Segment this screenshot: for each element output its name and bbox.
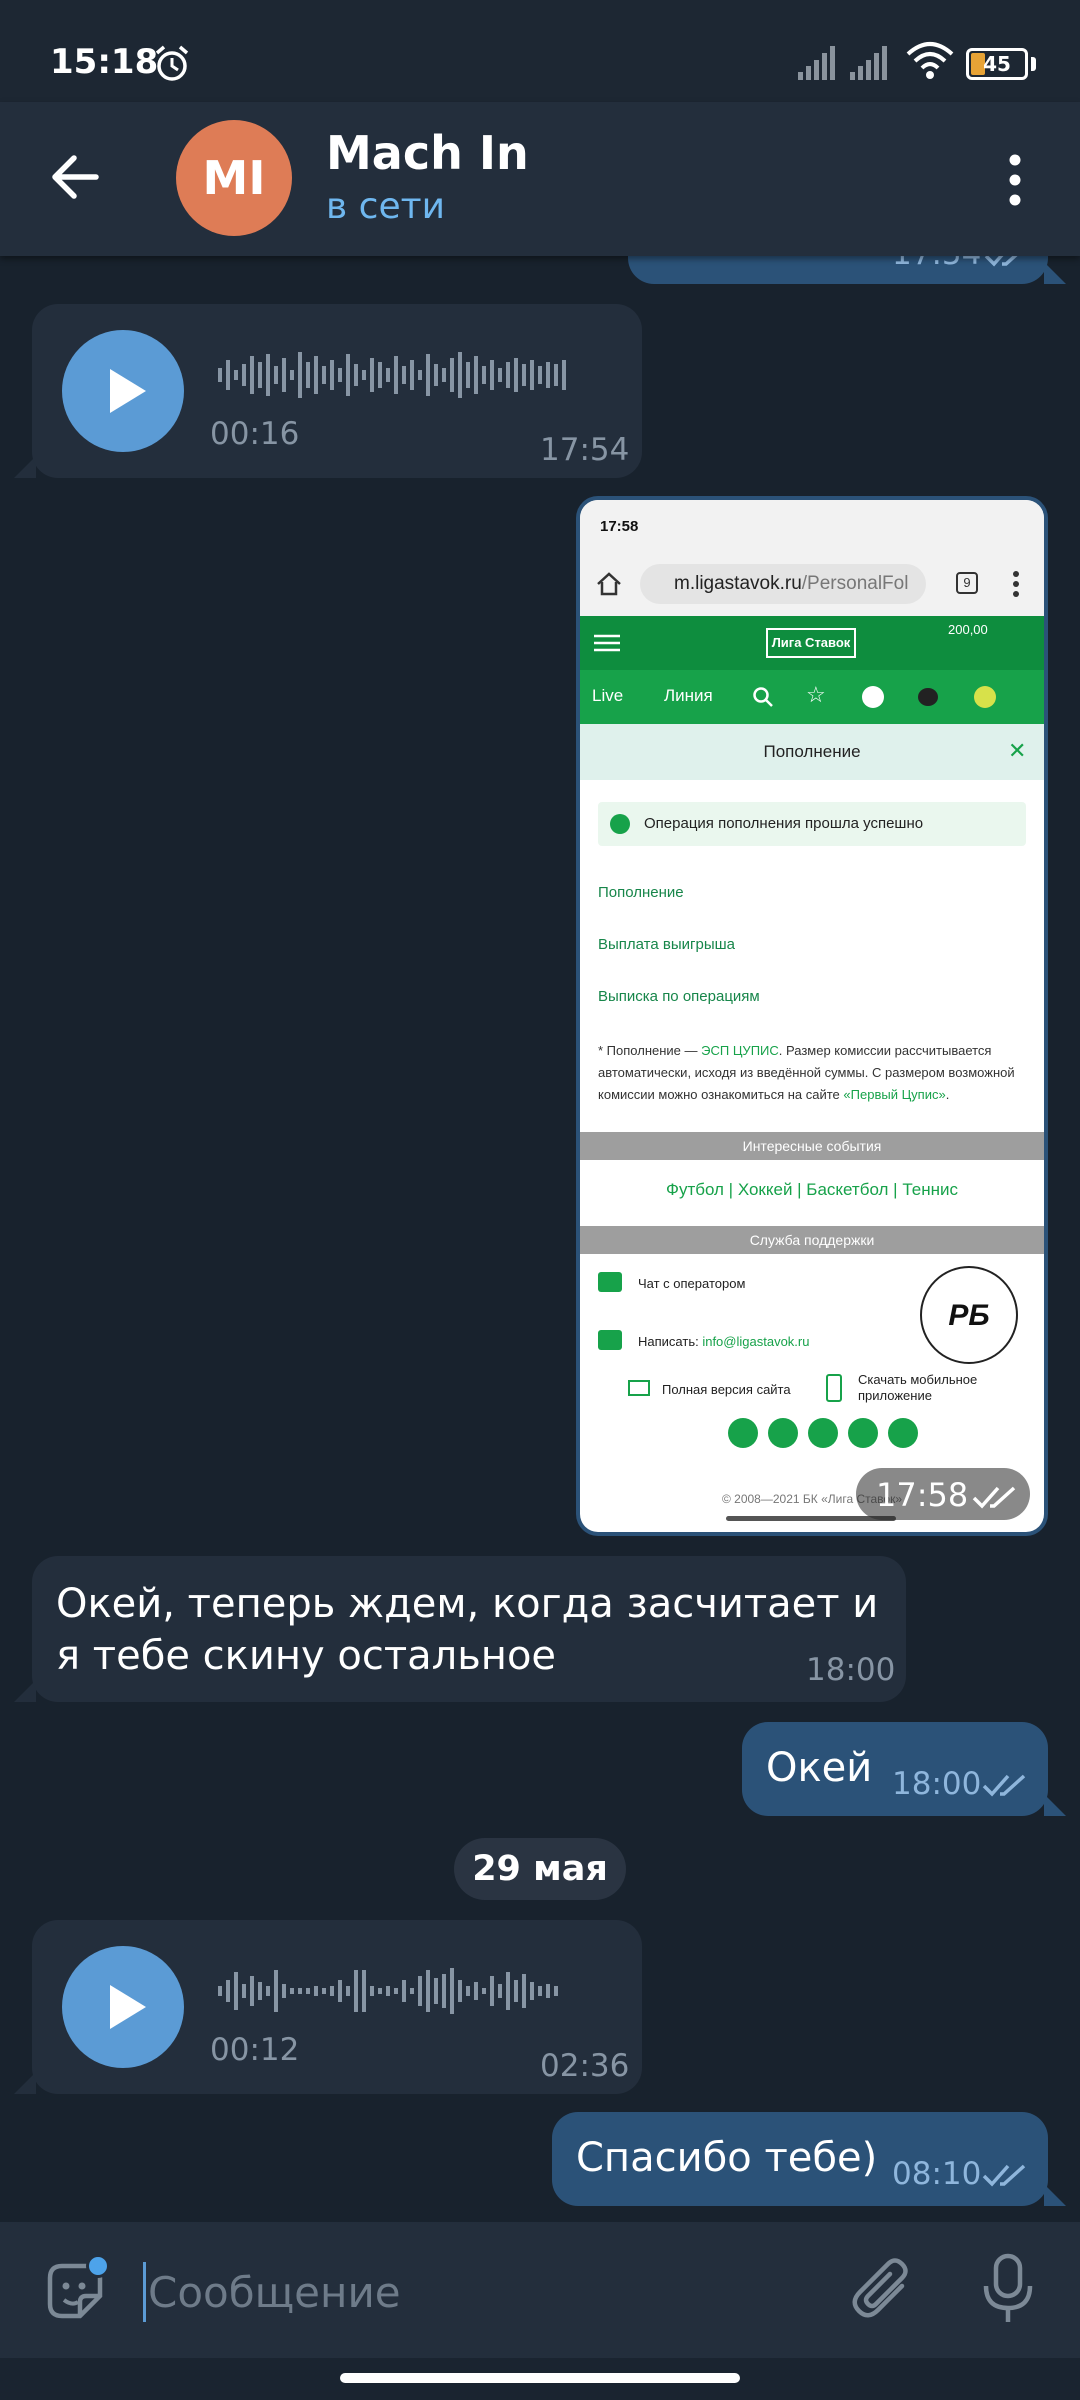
message-input[interactable] [148,2260,798,2324]
message-text: Спасибо тебе) [576,2135,878,2181]
new-stickers-dot [86,2254,110,2278]
signal-icon [850,46,887,80]
play-icon [110,1985,146,2029]
double-check-icon [982,1774,1026,1797]
home-indicator[interactable] [340,2373,740,2383]
back-arrow-icon[interactable] [46,148,104,206]
battery-icon: 45 [966,48,1028,80]
battery-level: 45 [983,52,1011,76]
alarm-icon [155,45,189,81]
message-time: 17:58 [876,1476,969,1514]
message-input-bar [0,2222,1080,2358]
message-time: 08:10 [892,2156,982,2192]
message-time: 17:54 [540,432,630,468]
voice-duration: 00:16 [210,416,300,452]
play-icon [110,369,146,413]
voice-message[interactable]: 00:12 02:36 [32,1920,642,2094]
message-time: 18:00 [892,1766,982,1802]
status-bar: 15:18 45 [0,0,1080,102]
text-caret [143,2262,146,2322]
signal-icon [798,46,835,80]
screenshot-image[interactable]: 17:58 m.ligastavok.ru/PersonalFol 9 Лига… [580,500,1044,1532]
status-time: 15:18 [50,42,159,82]
microphone-icon[interactable] [978,2252,1038,2328]
message-time: 18:00 [806,1652,896,1688]
voice-message[interactable]: 00:16 17:54 [32,304,642,478]
waveform [218,1968,558,2014]
contact-name[interactable]: Mach In [326,126,529,180]
waveform [218,352,566,398]
wifi-icon [906,42,954,79]
message-text: Окей [766,1745,873,1791]
play-button[interactable] [62,330,184,452]
play-button[interactable] [62,1946,184,2068]
photo-message[interactable]: 17:58 m.ligastavok.ru/PersonalFol 9 Лига… [576,496,1048,1536]
message-time: 02:36 [540,2048,630,2084]
message-bubble-outgoing[interactable]: Спасибо тебе) 08:10 [552,2112,1048,2206]
message-bubble-outgoing[interactable]: Окей 18:00 [742,1722,1048,1816]
url-bar: m.ligastavok.ru/PersonalFol [640,564,926,604]
date-separator: 29 мая [454,1838,626,1900]
avatar[interactable]: MI [176,120,292,236]
attach-icon[interactable] [850,2256,916,2326]
contact-status: в сети [326,186,445,227]
message-bubble-incoming[interactable]: Окей, теперь ждем, когда засчитает и я т… [32,1556,906,1702]
double-check-icon [982,2164,1026,2187]
more-menu-icon[interactable] [1003,152,1027,208]
voice-duration: 00:12 [210,2032,300,2068]
message-text: Окей, теперь ждем, когда засчитает и я т… [56,1581,879,1679]
double-check-icon [972,1486,1016,1509]
photo-time-pill: 17:58 [856,1468,1030,1520]
chat-header: MI Mach In в сети [0,102,1080,256]
